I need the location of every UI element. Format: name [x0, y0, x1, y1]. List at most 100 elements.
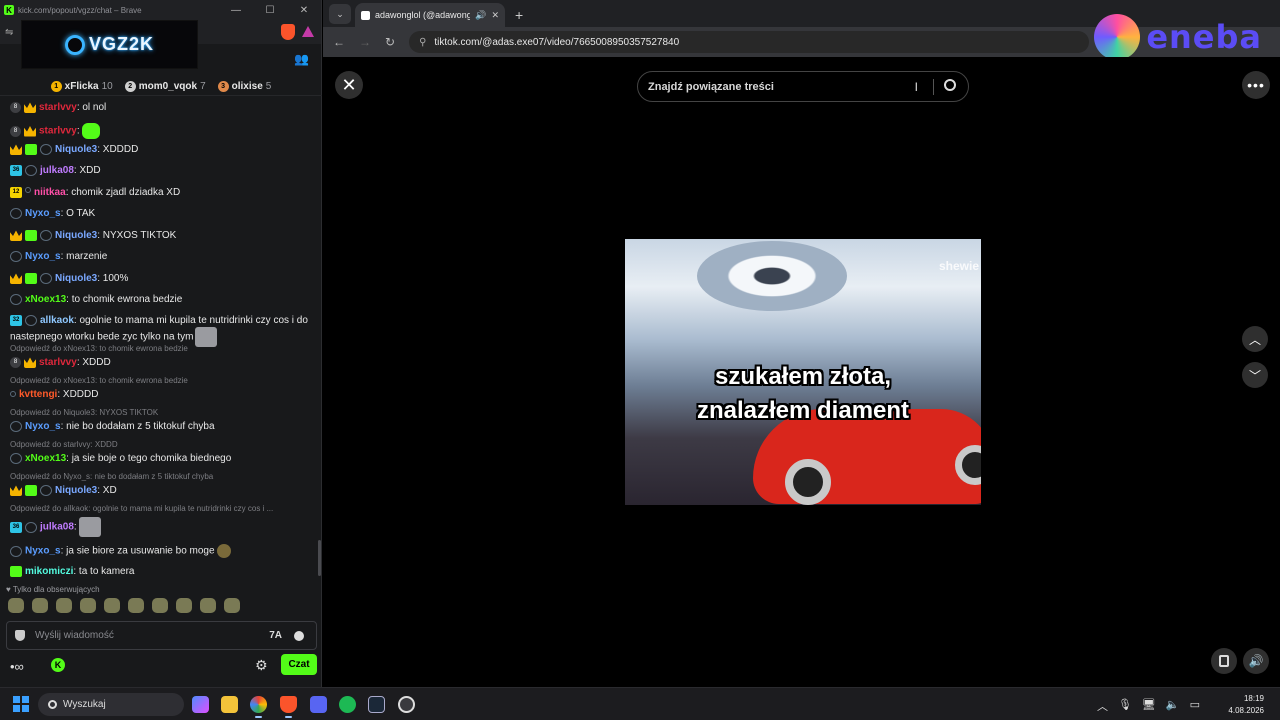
chat-message[interactable]: Nyxo_s: nie bo dodałam z 5 tiktokuf chyb… [10, 421, 310, 433]
emote-6-icon[interactable] [128, 598, 144, 613]
reload-icon[interactable]: ↻ [385, 35, 395, 49]
chat-message[interactable]: Nyxo_s: ja sie biore za usuwanie bo moge [10, 544, 310, 558]
more-options-button[interactable]: ••• [1242, 71, 1270, 99]
discord-icon[interactable] [310, 696, 327, 713]
chat-message[interactable]: xNoex13: to chomik ewrona bedzie [10, 294, 310, 306]
volume-button[interactable]: 🔊 [1243, 648, 1269, 674]
leaderboard-entry[interactable]: 3 olixise 5 [217, 78, 271, 95]
related-search-input[interactable]: Znajdź powiązane treści I [637, 71, 969, 102]
chat-username[interactable]: Nyxo_s [25, 208, 61, 219]
chat-message[interactable]: Niquole3: 100% [10, 273, 310, 285]
chat-users-icon[interactable]: 👥 [294, 52, 309, 66]
reply-context[interactable]: Odpowiedź do starlvvy: XDDD [10, 440, 118, 449]
chat-username[interactable]: kvttengi [19, 389, 57, 400]
leaderboard-entry[interactable]: 1 xFlicka 10 [50, 78, 113, 95]
video-player[interactable]: shewie szukałem złota, znalazłem diament [625, 239, 981, 505]
reply-context[interactable]: Odpowiedź do Niquole3: NYXOS TIKTOK [10, 408, 158, 417]
chat-message[interactable]: Nyxo_s: marzenie [10, 251, 310, 263]
chat-message[interactable]: 8 starlvvy: [10, 123, 310, 139]
chat-username[interactable]: julka08 [40, 165, 74, 176]
chat-message[interactable]: 12 niitkaa: chomik zjadl dziadka XD [10, 187, 310, 199]
emote-4-icon[interactable] [80, 598, 96, 613]
start-menu-icon[interactable] [13, 696, 29, 712]
emote-1-icon[interactable] [8, 598, 24, 613]
copilot-icon[interactable] [192, 696, 209, 713]
chat-username[interactable]: xNoex13 [25, 294, 66, 305]
chat-username[interactable]: allkaok [40, 315, 74, 326]
kick-logo-icon[interactable]: K [51, 658, 65, 672]
chat-message[interactable]: Niquole3: NYXOS TIKTOK [10, 230, 310, 242]
tab-close-icon[interactable]: ✕ [491, 10, 499, 21]
taskbar-clock[interactable]: 18:19 4.08.2026 [1228, 693, 1264, 717]
chat-username[interactable]: Niquole3 [55, 485, 97, 496]
emote-9-icon[interactable] [200, 598, 216, 613]
tray-expand-icon[interactable]: ︿ [1097, 698, 1108, 714]
site-info-icon[interactable]: ⚲ [419, 37, 426, 48]
network-icon[interactable]: 🖥 [1142, 698, 1156, 714]
picture-in-picture-button[interactable] [1211, 648, 1237, 674]
search-icon[interactable] [944, 79, 956, 91]
chat-username[interactable]: Nyxo_s [25, 251, 61, 262]
spotify-icon[interactable] [339, 696, 356, 713]
chat-message-input[interactable]: Wyślij wiadomość 7A [6, 621, 317, 650]
chat-username[interactable]: starlvvy [39, 126, 77, 137]
reply-context[interactable]: Odpowiedź do xNoex13: to chomik ewrona b… [10, 376, 188, 385]
chat-message[interactable]: 36 julka08: XDD [10, 165, 310, 177]
next-video-button[interactable]: ﹀ [1242, 362, 1268, 388]
close-video-button[interactable]: ✕ [335, 71, 363, 99]
forward-icon[interactable]: → [359, 35, 371, 49]
chat-message[interactable]: Niquole3: XDDDD [10, 144, 310, 156]
chat-username[interactable]: Nyxo_s [25, 546, 61, 557]
minimize-icon[interactable]: — [219, 5, 253, 16]
chat-username[interactable]: niitkaa [34, 187, 66, 198]
chat-username[interactable]: Nyxo_s [25, 421, 61, 432]
tab-audio-icon[interactable]: 🔊 [475, 10, 486, 21]
brave-icon[interactable] [280, 696, 297, 718]
chat-username[interactable]: Niquole3 [55, 230, 97, 241]
back-icon[interactable]: ← [333, 35, 345, 49]
emote-8-icon[interactable] [176, 598, 192, 613]
points-infinity-icon[interactable]: •∞ [10, 659, 24, 674]
tab-search-icon[interactable]: ⌄ [329, 4, 351, 24]
emoji-picker-icon[interactable] [294, 630, 304, 641]
new-tab-icon[interactable]: + [515, 7, 523, 23]
translate-icon[interactable]: 7A [269, 630, 282, 641]
chat-message[interactable]: 8 starlvvy: ol nol [10, 102, 310, 114]
previous-video-button[interactable]: ︿ [1242, 326, 1268, 352]
chat-username[interactable]: starlvvy [39, 357, 77, 368]
chat-username[interactable]: julka08 [40, 522, 74, 533]
maximize-icon[interactable]: ☐ [253, 5, 287, 16]
tab-tiktok[interactable]: adawonglol (@adawonglol) 🔊 ✕ [355, 3, 505, 27]
taskbar-search[interactable]: Wyszukaj [38, 693, 184, 716]
emote-2-icon[interactable] [32, 598, 48, 613]
chat-send-button[interactable]: Czat [281, 654, 317, 675]
chat-scrollbar[interactable] [318, 540, 321, 576]
battery-icon[interactable]: ▭ [1190, 698, 1200, 714]
chat-message[interactable]: 8 starlvvy: XDDD [10, 357, 310, 369]
file-explorer-icon[interactable] [221, 696, 238, 713]
close-window-icon[interactable]: ✕ [287, 5, 321, 16]
emote-3-icon[interactable] [56, 598, 72, 613]
speaker-icon[interactable]: 🔈 [1166, 698, 1180, 714]
site-settings-icon[interactable]: ⇋ [5, 27, 21, 38]
brave-rewards-icon[interactable] [302, 26, 314, 37]
reply-context[interactable]: Odpowiedź do Nyxo_s: nie bo dodałam z 5 … [10, 472, 213, 481]
chat-message[interactable]: Niquole3: XD [10, 485, 310, 497]
chrome-icon[interactable] [250, 696, 267, 718]
chat-message[interactable]: kvttengi: XDDDD [10, 389, 310, 401]
reply-context[interactable]: Odpowiedź do xNoex13: to chomik ewrona b… [10, 344, 188, 353]
chat-username[interactable]: mikomiczi [25, 566, 73, 577]
chat-username[interactable]: Niquole3 [55, 144, 97, 155]
brave-shields-icon[interactable] [281, 24, 295, 40]
chat-message[interactable]: mikomiczi: ta to kamera [10, 566, 310, 578]
chat-username[interactable]: xNoex13 [25, 453, 66, 464]
emote-5-icon[interactable] [104, 598, 120, 613]
microphone-icon[interactable]: 🎙 [1118, 698, 1132, 714]
chat-username[interactable]: starlvvy [39, 102, 77, 113]
leaderboard-entry[interactable]: 2 mom0_vqok 7 [124, 78, 206, 95]
steam-icon[interactable] [368, 696, 385, 713]
chat-message[interactable]: 36 julka08: [10, 517, 310, 537]
address-bar[interactable]: ⚲ tiktok.com/@adas.exe07/video/766500895… [409, 31, 1090, 53]
chat-message[interactable]: Nyxo_s: O TAK [10, 208, 310, 220]
gear-icon[interactable]: ⚙ [255, 657, 268, 674]
